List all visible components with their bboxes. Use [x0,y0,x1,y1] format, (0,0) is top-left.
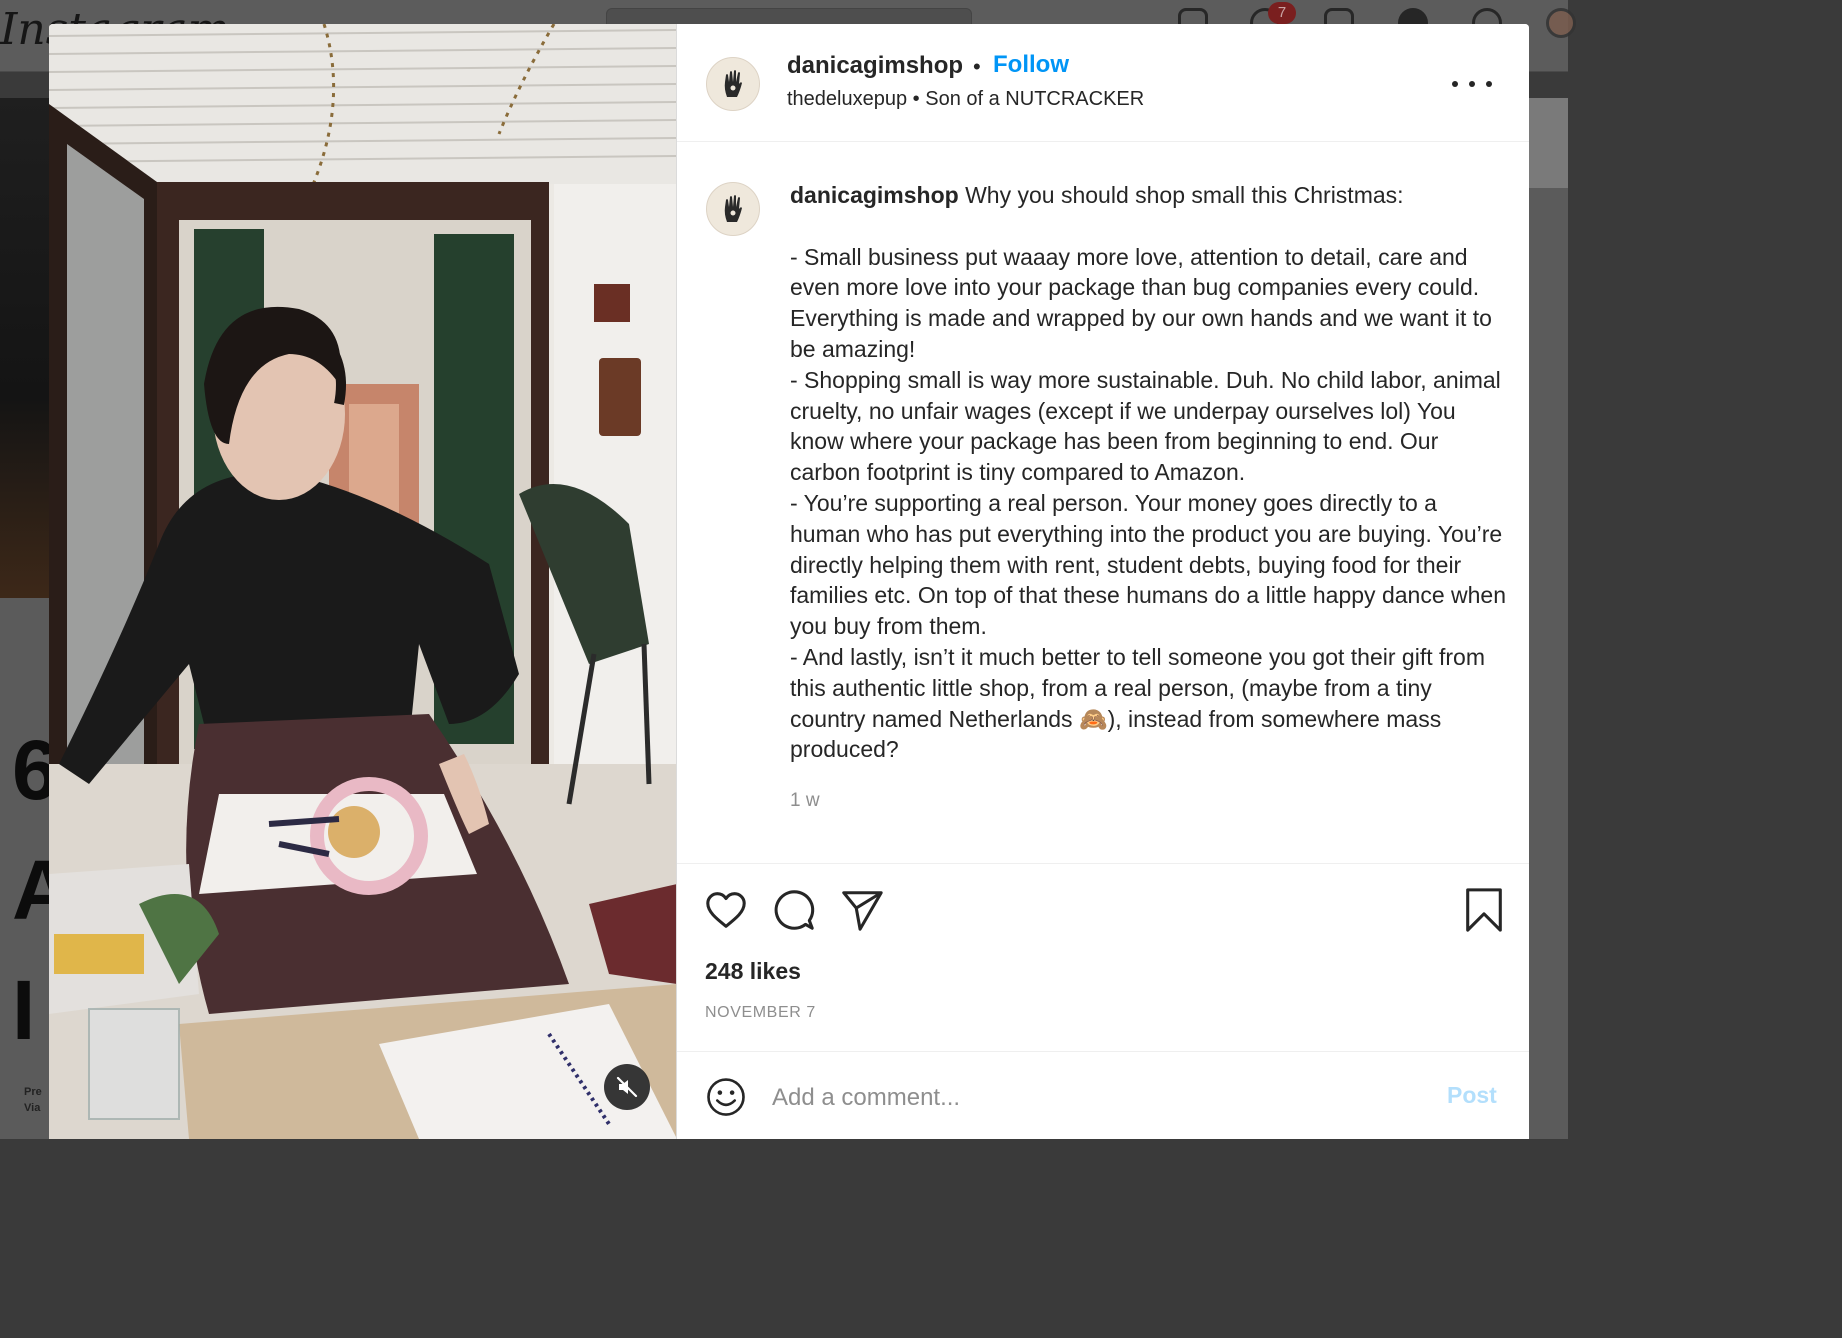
background-right-column [1528,98,1568,1139]
audio-user-link[interactable]: thedeluxepup [787,88,907,110]
heart-icon[interactable] [703,887,749,933]
hand-logo-icon [724,70,742,97]
background-right-photo [1528,98,1568,188]
speaker-muted-icon [616,1076,638,1098]
article-caption: Pre [24,1086,42,1098]
background-article: 6 A I Pre Via [0,598,73,1139]
ellipsis-icon [1469,81,1475,87]
profile-avatar [1546,8,1576,38]
comment-input[interactable] [772,1078,1412,1118]
action-bar: 248 likes NOVEMBER 7 [677,863,1529,1051]
smiley-icon[interactable] [705,1076,747,1118]
add-comment-bar: Post [677,1051,1529,1139]
hand-logo-icon [724,195,742,222]
post-side-panel: danicagimshop • Follow thedeluxepup • So… [677,24,1529,1139]
header-separator: • [973,54,981,79]
follow-button[interactable]: Follow [993,51,1069,79]
background-feed-photo [0,98,50,598]
likes-count[interactable]: 248 likes [705,958,801,985]
ellipsis-icon [1486,81,1492,87]
post-caption: danicagimshop Why you should shop small … [790,180,1510,765]
article-caption: Via [24,1102,41,1114]
post-modal: danicagimshop • Follow thedeluxepup • So… [49,24,1529,1139]
bookmark-icon[interactable] [1461,887,1507,933]
caption-username[interactable]: danicagimshop [790,182,959,208]
post-video[interactable] [49,24,677,1139]
post-comment-button[interactable]: Post [1447,1082,1497,1109]
audio-attribution: thedeluxepup • Son of a NUTCRACKER [787,88,1144,111]
caption-author-avatar[interactable] [706,182,760,236]
post-date[interactable]: NOVEMBER 7 [705,1004,816,1022]
caption-text: Why you should shop small this Christmas… [790,182,1506,763]
post-header: danicagimshop • Follow thedeluxepup • So… [677,24,1529,142]
speech-bubble-icon[interactable] [771,887,817,933]
ellipsis-icon [1452,81,1458,87]
caption-time-ago[interactable]: 1 w [790,790,820,812]
article-letter: I [12,963,36,1057]
more-options-button[interactable] [1452,72,1492,96]
paper-plane-icon[interactable] [839,887,885,933]
comments-section[interactable]: danicagimshop Why you should shop small … [677,143,1529,863]
audio-title-link[interactable]: Son of a NUTCRACKER [925,88,1144,110]
author-username[interactable]: danicagimshop [787,52,963,80]
audio-separator: • [912,88,920,110]
notification-badge: 7 [1268,2,1296,24]
author-avatar[interactable] [706,57,760,111]
video-frame [49,24,676,1139]
mute-toggle[interactable] [604,1064,650,1110]
